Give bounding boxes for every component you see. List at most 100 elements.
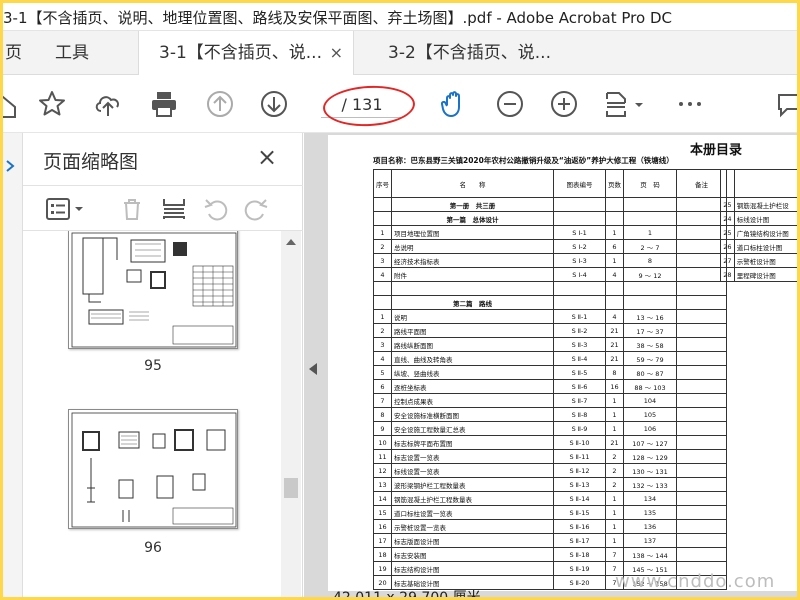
cell-pages bbox=[605, 211, 624, 226]
cell-note bbox=[676, 421, 727, 436]
cell-drawing: S Ⅱ-14 bbox=[553, 491, 606, 506]
cell-name: 示警桩设计图 bbox=[733, 253, 797, 268]
bookmark-star-icon[interactable] bbox=[37, 89, 67, 119]
cell-no: 7 bbox=[373, 393, 392, 408]
thumbnail-scrollbar[interactable] bbox=[281, 231, 301, 597]
rotate-left-icon[interactable] bbox=[203, 196, 229, 222]
cell-name: 标志安装图 bbox=[391, 547, 554, 562]
hand-tool-icon[interactable] bbox=[439, 89, 469, 119]
cell-no: 1 bbox=[373, 225, 392, 240]
cell-note bbox=[676, 239, 727, 254]
section-title bbox=[391, 281, 554, 296]
table-row: 12 标线设置一览表 S Ⅱ-12 2 130 ～ 131 bbox=[373, 463, 727, 478]
tab-tools[interactable]: 工具 bbox=[55, 31, 89, 75]
cell-no: 9 bbox=[373, 421, 392, 436]
cell-pages bbox=[605, 295, 624, 310]
scrollbar-thumb[interactable] bbox=[284, 478, 298, 498]
page-layout-icon[interactable] bbox=[603, 89, 647, 119]
cell-no: 10 bbox=[373, 435, 392, 450]
cell-note bbox=[676, 407, 727, 422]
tab-document-3-1[interactable]: 3-1【不含插页、说... × bbox=[138, 31, 354, 75]
page-up-icon[interactable] bbox=[205, 89, 235, 119]
page-down-icon[interactable] bbox=[259, 89, 289, 119]
title-bar: 3-1【不含插页、说明、地理位置图、路线及安保平面图、弃土场图】.pdf - A… bbox=[3, 3, 797, 31]
cell-drawing: S Ⅰ-4 bbox=[553, 267, 606, 282]
zoom-in-icon[interactable] bbox=[549, 89, 579, 119]
cell-no: 11 bbox=[373, 449, 392, 464]
table-row: 28 里程碑设计图 bbox=[720, 267, 797, 282]
cell-no bbox=[373, 295, 392, 310]
cell-no: 4 bbox=[373, 267, 392, 282]
cell-pages: 1 bbox=[605, 225, 624, 240]
scroll-up-icon[interactable] bbox=[286, 237, 296, 245]
share-icon[interactable] bbox=[3, 89, 17, 119]
cell-note bbox=[676, 323, 727, 338]
comment-icon[interactable] bbox=[773, 89, 797, 119]
cell-drawing: S Ⅱ-10 bbox=[553, 435, 606, 450]
cell-note bbox=[676, 393, 727, 408]
cell-note bbox=[676, 547, 727, 562]
table-row: 26 道口标柱设计图 bbox=[720, 239, 797, 254]
table-header: 序号 名 称 图表编号 页数 页 码 备注 bbox=[373, 169, 727, 198]
close-icon[interactable]: × bbox=[330, 31, 343, 75]
thumbnail-page-number-95: 95 bbox=[144, 358, 162, 374]
cell-no: 17 bbox=[373, 533, 392, 548]
cell-pages bbox=[605, 197, 624, 212]
cell-page: 1 bbox=[623, 225, 677, 240]
cell-page bbox=[623, 281, 677, 296]
delete-page-icon[interactable] bbox=[119, 196, 145, 222]
cell-no bbox=[373, 197, 392, 212]
cell-page: 38 ～ 58 bbox=[623, 337, 677, 352]
collapse-panel-icon[interactable] bbox=[309, 363, 317, 375]
cell-name: 项目地理位置图 bbox=[391, 225, 554, 240]
options-menu-icon[interactable] bbox=[45, 196, 85, 222]
cell-pages: 21 bbox=[605, 351, 624, 366]
cell-page: 2 ～ 7 bbox=[623, 239, 677, 254]
cell-no: 24 bbox=[720, 211, 735, 226]
cell-note bbox=[676, 519, 727, 534]
table-row: 24 标线设计图 bbox=[720, 211, 797, 226]
table-row: 6 逐桩坐标表 S Ⅱ-6 16 88 ～ 103 bbox=[373, 379, 727, 394]
cell-no: 15 bbox=[373, 505, 392, 520]
cell-page: 130 ～ 131 bbox=[623, 463, 677, 478]
table-row: 25 钢筋混凝土护栏设 bbox=[720, 197, 797, 212]
acrobat-window: 3-1【不含插页、说明、地理位置图、路线及安保平面图、弃土场图】.pdf - A… bbox=[3, 3, 797, 597]
table-row: 第一册 共三册 bbox=[373, 197, 727, 212]
cell-name: 安全设施标准横断面图 bbox=[391, 407, 554, 422]
cell-name: 说明 bbox=[391, 309, 554, 324]
tab-document-3-2[interactable]: 3-2【不含插页、说... bbox=[368, 31, 598, 75]
cell-note bbox=[676, 505, 727, 520]
cell-note bbox=[676, 533, 727, 548]
cell-page: 137 bbox=[623, 533, 677, 548]
cell-no: 16 bbox=[373, 519, 392, 534]
cell-drawing: S Ⅱ-9 bbox=[553, 421, 606, 436]
navigation-pane-strip bbox=[3, 133, 23, 597]
cell-no bbox=[373, 281, 392, 296]
upload-cloud-icon[interactable] bbox=[93, 89, 123, 119]
cell-drawing: S Ⅰ-1 bbox=[553, 225, 606, 240]
zoom-out-icon[interactable] bbox=[495, 89, 525, 119]
thumbnail-page-number-96: 96 bbox=[144, 540, 162, 556]
page-thumbnails-icon[interactable] bbox=[5, 159, 19, 173]
rotate-right-icon[interactable] bbox=[243, 196, 269, 222]
cell-note bbox=[676, 281, 727, 296]
cell-note bbox=[676, 491, 727, 506]
cell-pages: 2 bbox=[605, 477, 624, 492]
thumbnail-toolbar bbox=[23, 185, 303, 231]
insert-page-icon[interactable] bbox=[161, 196, 187, 222]
window-title: 3-1【不含插页、说明、地理位置图、路线及安保平面图、弃土场图】.pdf - A… bbox=[3, 9, 672, 27]
print-icon[interactable] bbox=[149, 89, 179, 119]
close-icon[interactable]: × bbox=[257, 143, 277, 171]
cell-note bbox=[676, 309, 727, 324]
cell-drawing bbox=[553, 295, 606, 310]
table-row: 8 安全设施标准横断面图 S Ⅱ-8 1 105 bbox=[373, 407, 727, 422]
tab-document-3-2-label: 3-2【不含插页、说... bbox=[388, 43, 551, 63]
more-icon[interactable] bbox=[675, 89, 705, 119]
cell-drawing: S Ⅱ-11 bbox=[553, 449, 606, 464]
cell-no: 19 bbox=[373, 561, 392, 576]
cell-note bbox=[676, 365, 727, 380]
page-thumbnail-96[interactable] bbox=[68, 409, 238, 529]
cell-drawing: S Ⅱ-2 bbox=[553, 323, 606, 338]
page-thumbnail-95[interactable] bbox=[68, 231, 238, 349]
tab-home[interactable]: 页 bbox=[5, 31, 22, 75]
